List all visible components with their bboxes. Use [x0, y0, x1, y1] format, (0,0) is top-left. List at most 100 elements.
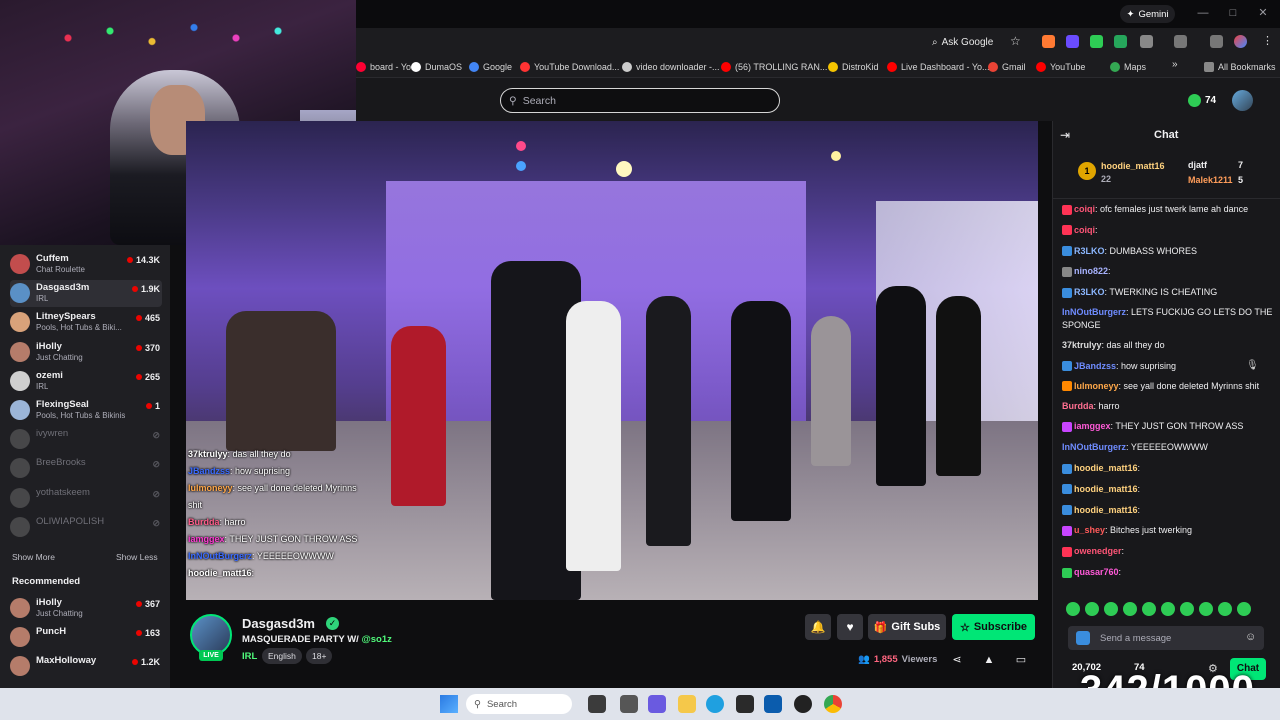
chat-message[interactable]: InNOutBurgerz: LETS FUCKIJG GO LETS DO T…: [1062, 303, 1274, 335]
chat-message[interactable]: lulmoneyy: see yall done deleted Myrinns…: [1062, 377, 1274, 396]
close-icon[interactable]: ✕: [1256, 6, 1270, 20]
chat-username[interactable]: hoodie_matt16: [1074, 463, 1138, 473]
sidebar-channel-ivywren[interactable]: ivywren ⊘: [10, 426, 162, 453]
subscribe-button[interactable]: ☆ Subscribe: [952, 614, 1035, 640]
chat-message[interactable]: owenedger:: [1062, 541, 1274, 562]
bookmark-item[interactable]: video downloader -...: [622, 59, 720, 74]
chat-username[interactable]: iamggex: [1074, 421, 1111, 431]
gift-subs-button[interactable]: 🎁 Gift Subs: [868, 614, 946, 640]
chat-username[interactable]: InNOutBurgerz: [1062, 442, 1126, 452]
bookmark-item[interactable]: YouTube Download...: [520, 59, 619, 74]
emote-bar[interactable]: [1066, 602, 1251, 618]
bookmark-item[interactable]: Maps: [1110, 59, 1146, 74]
chat-message[interactable]: u_shey: Bitches just twerking: [1062, 520, 1274, 541]
share-icon[interactable]: ⋖: [950, 653, 964, 667]
bookmark-item[interactable]: (56) TROLLING RAN...: [721, 59, 827, 74]
theatre-mode-icon[interactable]: ▭: [1014, 653, 1028, 667]
chat-username[interactable]: coiqi: [1074, 204, 1095, 214]
sidebar-channel-yothatskeem[interactable]: yothatskeem ⊘: [10, 485, 162, 512]
edge-icon[interactable]: [706, 695, 724, 713]
minimize-icon[interactable]: —: [1196, 6, 1210, 20]
chat-username[interactable]: R3LKO: [1074, 246, 1105, 256]
chat-message[interactable]: quasar760:: [1062, 562, 1274, 583]
windows-start-icon[interactable]: [440, 695, 458, 713]
emote-icon[interactable]: [1161, 602, 1175, 616]
chrome-icon[interactable]: [824, 695, 842, 713]
emote-icon[interactable]: [1237, 602, 1251, 616]
emote-icon[interactable]: [1142, 602, 1156, 616]
emote-icon[interactable]: [1218, 602, 1232, 616]
chat-message[interactable]: hoodie_matt16:: [1062, 500, 1274, 521]
notification-bell-icon[interactable]: 🔔: [805, 614, 831, 640]
recommended-channel-punch[interactable]: PuncH 163: [10, 624, 162, 651]
chat-message[interactable]: coiqi: ofc females just twerk lame ah da…: [1062, 199, 1274, 220]
file-explorer-icon[interactable]: [678, 695, 696, 713]
chat-username[interactable]: hoodie_matt16: [1074, 484, 1138, 494]
chat-message[interactable]: coiqi:: [1062, 220, 1274, 241]
tab-search-icon[interactable]: [1210, 35, 1223, 48]
recommended-channel-maxholloway[interactable]: MaxHolloway 1.2K: [10, 653, 162, 680]
stream-category[interactable]: IRL: [242, 651, 257, 662]
stream-title-mention[interactable]: @so1z: [361, 634, 391, 645]
channel-name[interactable]: Dasgasd3m: [242, 616, 315, 631]
profile-avatar-icon[interactable]: [1234, 35, 1247, 48]
task-view-icon[interactable]: [588, 695, 606, 713]
chat-message[interactable]: nino822:: [1062, 261, 1274, 282]
chat-username[interactable]: InNOutBurgerz: [1062, 307, 1126, 317]
more-bookmarks-icon[interactable]: »: [1172, 59, 1178, 70]
sidebar-channel-breebrooks[interactable]: BreeBrooks ⊘: [10, 455, 162, 482]
chat-messages[interactable]: coiqi: ofc females just twerk lame ah da…: [1062, 199, 1274, 597]
tag-english[interactable]: English: [262, 648, 302, 664]
taskbar-search-input[interactable]: ⚲ Search: [466, 694, 572, 714]
chat-username[interactable]: Burdda: [1062, 401, 1094, 411]
chat-username[interactable]: quasar760: [1074, 567, 1119, 577]
chat-username[interactable]: hoodie_matt16: [1074, 505, 1138, 515]
emote-icon[interactable]: [1066, 602, 1080, 616]
report-warning-icon[interactable]: ▲: [982, 653, 996, 667]
chat-message[interactable]: hoodie_matt16:: [1062, 479, 1274, 500]
extension-icon[interactable]: [1114, 35, 1127, 48]
chat-username[interactable]: R3LKO: [1074, 287, 1105, 297]
recommended-channel-iholly[interactable]: iHolly Just Chatting 367: [10, 595, 162, 622]
follow-heart-icon[interactable]: ♥: [837, 614, 863, 640]
tag-18-plus[interactable]: 18+: [306, 648, 333, 664]
emote-picker-icon[interactable]: ☺: [1245, 631, 1256, 643]
cast-icon[interactable]: [1174, 35, 1187, 48]
sidebar-channel-flexingseal[interactable]: FlexingSeal Pools, Hot Tubs & Bikinis 1: [10, 397, 162, 424]
channel-points-badge[interactable]: 74: [1188, 91, 1216, 110]
user-avatar[interactable]: [1232, 90, 1253, 111]
leader-first-name[interactable]: hoodie_matt16: [1101, 161, 1165, 171]
obs-icon[interactable]: [794, 695, 812, 713]
bookmark-item[interactable]: DumaOS: [411, 59, 462, 74]
extension-icon[interactable]: [1042, 35, 1055, 48]
emote-icon[interactable]: [1123, 602, 1137, 616]
menu-dots-icon[interactable]: ⋮: [1262, 34, 1273, 47]
chat-message-input[interactable]: Send a message: [1068, 626, 1264, 650]
chat-username[interactable]: coiqi: [1074, 225, 1095, 235]
bookmark-item[interactable]: DistroKid: [828, 59, 879, 74]
sidebar-channel-litneyspears[interactable]: LitneySpears Pools, Hot Tubs & Biki... 465: [10, 309, 162, 336]
emote-icon[interactable]: [1180, 602, 1194, 616]
chat-message[interactable]: JBandzss: how suprising: [1062, 356, 1274, 377]
emote-icon[interactable]: [1104, 602, 1118, 616]
chat-message[interactable]: Burdda: harro: [1062, 396, 1274, 417]
bookmark-item[interactable]: Live Dashboard - Yo...: [887, 59, 990, 74]
star-icon[interactable]: ☆: [1010, 34, 1021, 48]
emote-icon[interactable]: [1085, 602, 1099, 616]
show-more-link[interactable]: Show More: [12, 552, 55, 562]
sidebar-channel-ozemi[interactable]: ozemi IRL 265: [10, 368, 162, 395]
extensions-puzzle-icon[interactable]: [1140, 35, 1153, 48]
collapse-chat-icon[interactable]: ⇥: [1060, 128, 1070, 142]
teams-icon[interactable]: [648, 695, 666, 713]
chat-username[interactable]: 37ktrulyy: [1062, 340, 1102, 350]
chat-username[interactable]: owenedger: [1074, 546, 1122, 556]
widgets-icon[interactable]: [620, 695, 638, 713]
emote-icon[interactable]: [1199, 602, 1213, 616]
leader-second-name[interactable]: djatf: [1188, 160, 1207, 170]
video-player[interactable]: [186, 121, 1038, 600]
gemini-button[interactable]: ✦ Gemini: [1120, 5, 1175, 23]
bookmark-item[interactable]: Gmail: [988, 59, 1026, 74]
chat-message[interactable]: 37ktrulyy: das all they do: [1062, 335, 1274, 356]
chat-username[interactable]: nino822: [1074, 266, 1108, 276]
outlook-icon[interactable]: [764, 695, 782, 713]
